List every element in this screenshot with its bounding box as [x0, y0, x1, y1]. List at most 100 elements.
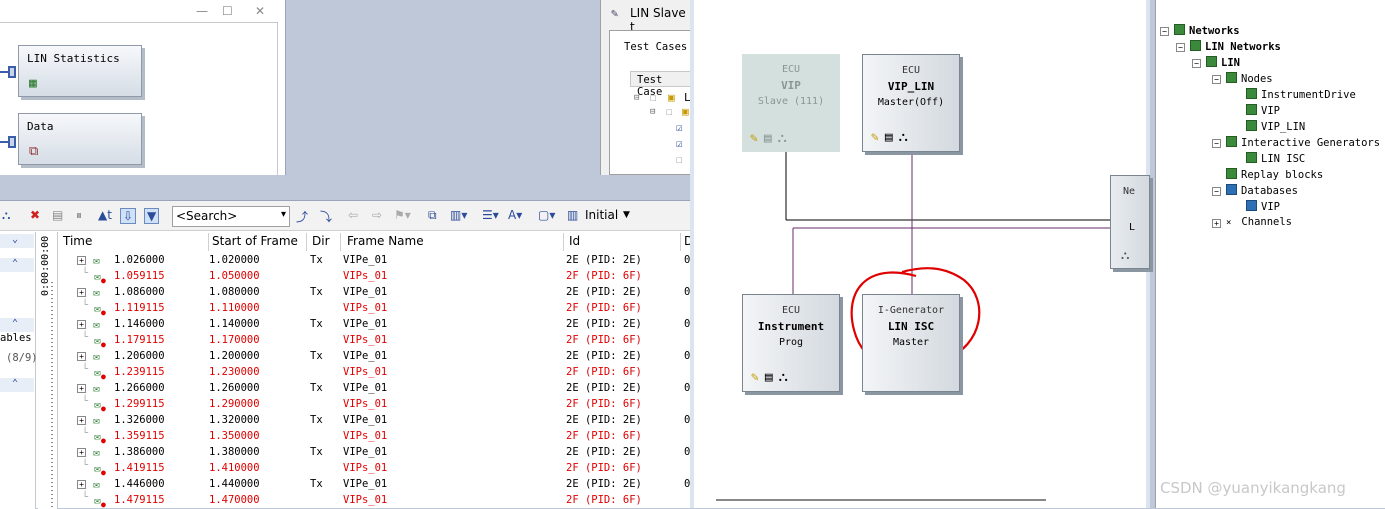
display-icon[interactable]: ☰▾	[482, 208, 499, 222]
expand-icon[interactable]: +	[1212, 219, 1221, 228]
tree-item[interactable]: VIP_LIN	[1246, 120, 1305, 133]
database-icon[interactable]: ▤	[764, 131, 778, 146]
expand-icon[interactable]: +	[77, 416, 86, 425]
chevron-down-icon[interactable]: ▼	[623, 210, 630, 220]
filter-active-icon[interactable]: ▼	[144, 208, 160, 224]
checkbox[interactable]: ☐	[676, 153, 683, 166]
font-icon[interactable]: A▾	[508, 208, 522, 222]
tree-item[interactable]: VIP	[1246, 104, 1280, 117]
expand-icon[interactable]: +	[77, 480, 86, 489]
table-row[interactable]: └ ✉ ● 1.419115 1.410000 VIPs_01 2F (PID: 6F)	[0, 460, 690, 477]
close-icon[interactable]: ✕	[255, 4, 265, 18]
maximize-icon[interactable]: ☐	[222, 4, 233, 18]
column-time[interactable]: Time	[63, 234, 92, 248]
table-row[interactable]: + ✉ 1.386000 1.380000 Tx VIPe_01 2E (PID: 2E) 0	[0, 445, 690, 461]
table-row[interactable]: + ✉ 1.026000 1.020000 Tx VIPe_01 2E (PID: 2E) 0	[0, 253, 690, 269]
window-layout-icon[interactable]: ⧉	[428, 208, 437, 223]
data-block[interactable]: Data ⧉	[18, 113, 142, 165]
filter-icon[interactable]: ▤	[52, 208, 63, 222]
expand-icon[interactable]: +	[77, 352, 86, 361]
find-previous-icon[interactable]: ⤴	[296, 208, 308, 225]
columns-icon[interactable]: ▥▾	[450, 208, 467, 222]
tree-item[interactable]: Nodes	[1226, 72, 1273, 85]
table-row[interactable]: + ✉ 1.266000 1.260000 Tx VIPe_01 2E (PID: 2E) 0	[0, 381, 690, 397]
bus-icon[interactable]: ⛬	[779, 370, 794, 385]
ecu-node[interactable]: ECU VIP_LIN Master(Off) ✎▤⛬	[862, 54, 960, 152]
table-row[interactable]: └ ✉ ● 1.299115 1.290000 VIPs_01 2F (PID: 6F)	[0, 396, 690, 413]
find-next-icon[interactable]: ⤵	[320, 208, 332, 225]
column-start-of-frame[interactable]: Start of Frame	[212, 234, 298, 248]
tree-item[interactable]: Databases	[1226, 184, 1298, 197]
column-frame-name[interactable]: Frame Name	[347, 234, 424, 248]
pencil-icon[interactable]: ✎	[750, 131, 764, 146]
bus-icon[interactable]: ⛬	[778, 131, 793, 146]
table-row[interactable]: + ✉ 1.086000 1.080000 Tx VIPe_01 2E (PID: 2E) 0	[0, 285, 690, 301]
expand-icon[interactable]: +	[77, 448, 86, 457]
expand-icon[interactable]: +	[77, 288, 86, 297]
scroll-mode-icon[interactable]: ⇩	[120, 208, 137, 224]
lin-statistics-block[interactable]: LIN Statistics ▦	[18, 45, 142, 97]
tree-item[interactable]: Networks	[1174, 24, 1240, 37]
table-row[interactable]: + ✉ 1.446000 1.440000 Tx VIPe_01 2E (PID: 2E) 0	[0, 477, 690, 493]
time-mode-icon[interactable]: ▲t	[98, 208, 112, 222]
back-icon[interactable]: ⇦	[348, 208, 358, 222]
checkbox-checked[interactable]: ☑	[676, 137, 683, 150]
expand-icon[interactable]: +	[77, 320, 86, 329]
table-row[interactable]: + ✉ 1.146000 1.140000 Tx VIPe_01 2E (PID: 2E) 0	[0, 317, 690, 333]
ecu-node[interactable]: ECU VIP Slave (111) ✎▤⛬	[742, 54, 840, 152]
pencil-icon[interactable]: ✎	[871, 130, 885, 145]
collapse-icon[interactable]: −	[1160, 27, 1169, 36]
pencil-icon[interactable]: ✎	[751, 370, 765, 385]
minimize-icon[interactable]: —	[196, 4, 208, 18]
tree-item[interactable]: VIP	[1246, 200, 1280, 213]
bus-icon[interactable]: ⛬	[899, 130, 914, 145]
ecu-node[interactable]: ECU Instrument Prog ✎▤⛬	[742, 294, 840, 392]
forward-icon[interactable]: ⇨	[372, 208, 382, 222]
checkbox-checked[interactable]: ☑	[676, 121, 683, 134]
cell-id: 2F (PID: 6F)	[566, 270, 642, 282]
column-id[interactable]: Id	[569, 234, 580, 248]
table-row[interactable]: └ ✉ ● 1.479115 1.470000 VIPs_01 2F (PID: 6F)	[0, 492, 690, 509]
checkbox[interactable]: ☐	[666, 105, 673, 118]
marker-icon[interactable]: ⚑▾	[394, 208, 411, 222]
ecu-node[interactable]: I-Generator LIN ISC Master	[862, 294, 960, 392]
table-row[interactable]: + ✉ 1.326000 1.320000 Tx VIPe_01 2E (PID: 2E) 0	[0, 413, 690, 429]
network-icon[interactable]: ⛬	[2, 208, 10, 223]
collapse-icon[interactable]: −	[1212, 187, 1221, 196]
table-row[interactable]: + ✉ 1.206000 1.200000 Tx VIPe_01 2E (PID: 2E) 0	[0, 349, 690, 365]
checkbox[interactable]: ☐	[650, 91, 657, 104]
table-row[interactable]: └ ✉ ● 1.239115 1.230000 VIPs_01 2F (PID: 6F)	[0, 364, 690, 381]
tree-item[interactable]: × Channels	[1226, 216, 1292, 228]
expand-icon[interactable]: ⊟	[634, 93, 639, 103]
expand-icon[interactable]: ⊟	[650, 107, 655, 117]
table-row[interactable]: └ ✉ ● 1.179115 1.170000 VIPs_01 2F (PID: 6F)	[0, 332, 690, 349]
tree-item[interactable]: LIN ISC	[1246, 152, 1305, 165]
pause-icon[interactable]: ⏸	[76, 208, 82, 223]
delete-icon[interactable]: ✖	[30, 208, 40, 222]
collapse-icon[interactable]: −	[1176, 43, 1185, 52]
collapse-icon[interactable]: −	[1192, 59, 1201, 68]
table-row[interactable]: └ ✉ ● 1.359115 1.350000 VIPs_01 2F (PID: 6F)	[0, 428, 690, 445]
collapse-icon[interactable]: −	[1212, 75, 1221, 84]
expand-icon[interactable]: +	[77, 384, 86, 393]
collapse-icon[interactable]: −	[1212, 139, 1221, 148]
search-input[interactable]: <Search> ▾	[172, 206, 290, 227]
collapse-button[interactable]: ⌄	[0, 234, 34, 248]
tree-item[interactable]: LIN Networks	[1190, 40, 1281, 53]
tree-item[interactable]: Interactive Generators	[1226, 136, 1380, 149]
column-dir[interactable]: Dir	[312, 234, 330, 248]
view-icon[interactable]: ▢▾	[538, 208, 555, 222]
tree-item[interactable]: InstrumentDrive	[1246, 88, 1356, 101]
layout-select[interactable]: Initial	[585, 208, 618, 222]
table-row[interactable]: └ ✉ ● 1.059115 1.050000 VIPs_01 2F (PID: 6F)	[0, 268, 690, 285]
tree-item[interactable]: LIN	[1206, 56, 1240, 69]
tree-item[interactable]: Replay blocks	[1226, 168, 1323, 181]
table-row[interactable]: └ ✉ ● 1.119115 1.110000 VIPs_01 2F (PID: 6F)	[0, 300, 690, 317]
expand-icon[interactable]: +	[77, 256, 86, 265]
database-icon[interactable]: ▤	[765, 370, 779, 385]
ecu-partial[interactable]: Ne L ⛬	[1110, 175, 1150, 269]
chevron-down-icon[interactable]: ▾	[281, 209, 286, 220]
column-header[interactable]: Test Case	[630, 71, 692, 98]
database-icon[interactable]: ▤	[885, 130, 899, 145]
tab-test-cases[interactable]: Test Cases	[624, 41, 687, 53]
